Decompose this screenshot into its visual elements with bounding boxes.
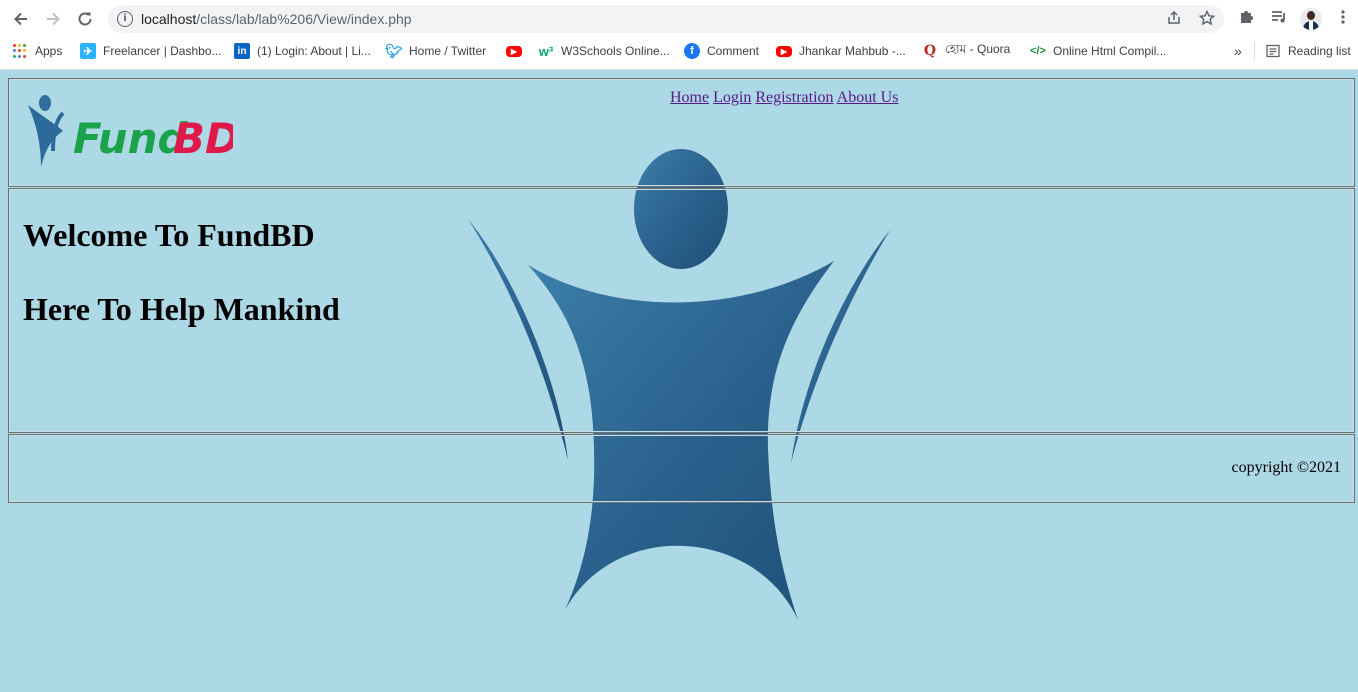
- share-icon[interactable]: [1165, 10, 1183, 28]
- arrow-left-icon: [14, 12, 27, 26]
- bookmarks-divider: [1254, 42, 1255, 60]
- extensions-puzzle-icon[interactable]: [1236, 8, 1258, 30]
- star-icon[interactable]: [1198, 9, 1216, 28]
- freelancer-icon: ✈: [80, 43, 96, 59]
- footer-frame: copyright ©2021: [8, 434, 1355, 503]
- header-frame: Fund BD Home Login Registration About Us: [8, 78, 1355, 187]
- arrow-right-icon: [47, 12, 60, 26]
- facebook-icon: f: [684, 43, 700, 59]
- welcome-heading: Welcome To FundBD: [23, 217, 315, 253]
- nav-link-registration[interactable]: Registration: [755, 89, 833, 106]
- youtube-icon: ▶: [506, 45, 522, 57]
- nav-link-home[interactable]: Home: [670, 89, 709, 106]
- copyright-text: copyright ©2021: [1231, 459, 1341, 476]
- apps-icon: [12, 43, 28, 59]
- nav-link-login[interactable]: Login: [713, 89, 751, 106]
- url-text[interactable]: localhost/class/lab/lab%206/View/index.p…: [141, 11, 412, 27]
- media-queue-icon[interactable]: [1268, 8, 1290, 30]
- address-bar[interactable]: i localhost/class/lab/lab%206/View/index…: [108, 5, 1224, 33]
- bookmark-youtube[interactable]: ▶: [506, 42, 529, 60]
- quora-icon: Q: [923, 43, 937, 59]
- browser-toolbar: i localhost/class/lab/lab%206/View/index…: [0, 0, 1358, 38]
- profile-avatar[interactable]: [1300, 8, 1322, 30]
- youtube-icon: ▶: [776, 45, 792, 57]
- bookmark-quora[interactable]: Q হোম - Quora: [922, 42, 1010, 60]
- bookmark-apps[interactable]: Apps: [12, 42, 62, 60]
- bookmark-freelancer[interactable]: ✈ Freelancer | Dashbo...: [80, 42, 222, 60]
- reload-button[interactable]: [73, 7, 97, 31]
- bookmark-facebook[interactable]: f Comment: [684, 42, 759, 60]
- bookmarks-overflow-button[interactable]: »: [1234, 42, 1242, 60]
- reload-icon: [78, 12, 92, 26]
- linkedin-icon: in: [234, 43, 250, 59]
- forward-button[interactable]: [41, 7, 65, 31]
- logo-bd-text: BD: [173, 114, 233, 163]
- bookmarks-bar: Apps ✈ Freelancer | Dashbo... in (1) Log…: [0, 38, 1358, 64]
- back-button[interactable]: [9, 7, 33, 31]
- browser-chrome: i localhost/class/lab/lab%206/View/index…: [0, 0, 1358, 70]
- reading-list-button[interactable]: Reading list: [1265, 42, 1351, 60]
- logo-fund-text: Fund: [73, 114, 188, 163]
- bookmark-linkedin[interactable]: in (1) Login: About | Li...: [234, 42, 371, 60]
- w3schools-icon: w³: [538, 43, 554, 59]
- menu-kebab-icon[interactable]: [1332, 8, 1354, 30]
- bookmark-twitter[interactable]: 🐦︎ Home / Twitter: [385, 42, 486, 60]
- bookmark-jhankar-youtube[interactable]: ▶ Jhankar Mahbub -...: [776, 42, 906, 60]
- bookmark-html-compiler[interactable]: </> Online Html Compil...: [1030, 42, 1166, 60]
- site-info-icon[interactable]: i: [117, 11, 133, 27]
- web-page: Fund BD Home Login Registration About Us…: [0, 70, 1358, 692]
- reading-list-icon: [1265, 43, 1281, 59]
- code-icon: </>: [1030, 45, 1046, 57]
- fundbd-logo[interactable]: Fund BD: [27, 91, 233, 169]
- top-navigation: Home Login Registration About Us: [670, 89, 898, 107]
- main-frame: Welcome To FundBD Here To Help Mankind: [8, 188, 1355, 433]
- nav-link-about-us[interactable]: About Us: [837, 89, 899, 106]
- tagline-heading: Here To Help Mankind: [23, 291, 340, 327]
- bookmark-w3schools[interactable]: w³ W3Schools Online...: [538, 42, 670, 60]
- twitter-icon: 🐦︎: [385, 42, 403, 59]
